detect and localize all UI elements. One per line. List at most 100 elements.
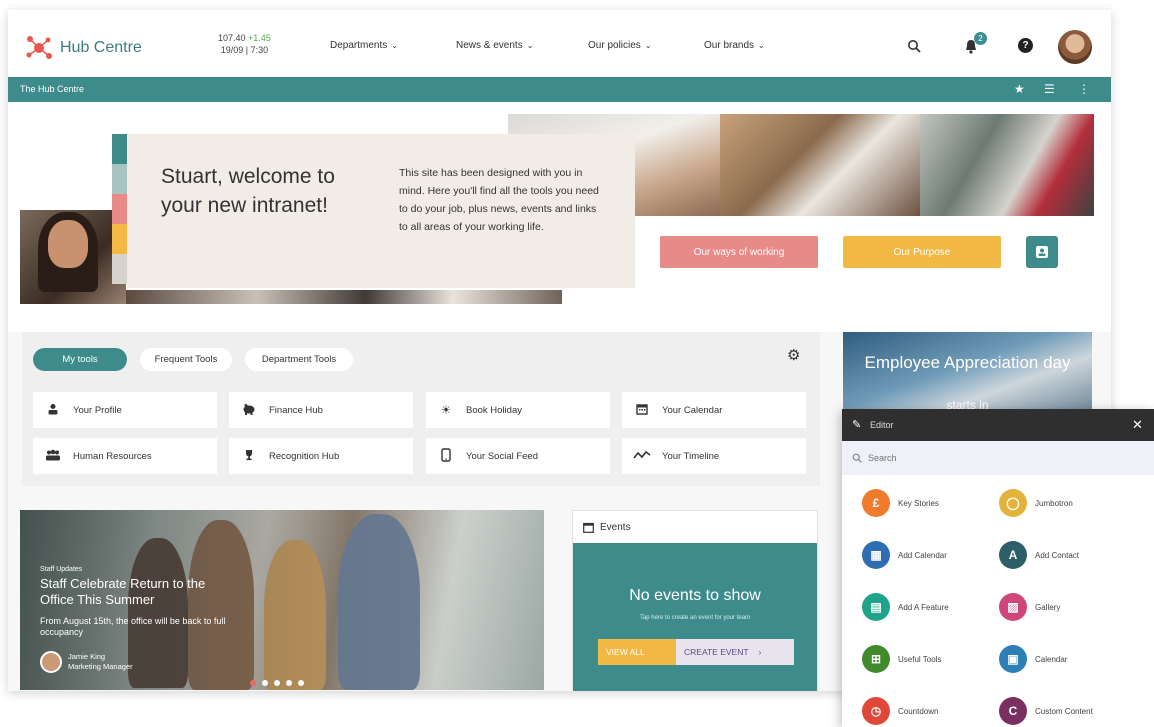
tool-your-timeline[interactable]: Your Timeline [622,438,806,474]
events-header: Events [573,511,817,543]
view-all-button[interactable]: VIEW ALL [598,639,676,665]
list-icon[interactable]: ☰ [1044,82,1055,96]
create-event-label: CREATE EVENT [684,647,749,657]
widget-add-feature[interactable]: ▤ Add A Feature [862,593,949,621]
stripe [112,254,127,284]
custom-content-icon: C [999,697,1027,725]
nav-departments[interactable]: Departments ⌄ [330,40,398,51]
tool-your-social-feed[interactable]: Your Social Feed [426,438,610,474]
widget-jumbotron[interactable]: ◯ Jumbotron [999,489,1073,517]
tool-label: Human Resources [73,450,152,462]
stripe [112,164,127,194]
news-title[interactable]: Staff Celebrate Return to the Office Thi… [40,576,240,608]
widget-countdown[interactable]: ◷ Countdown [862,697,938,725]
tool-your-profile[interactable]: Your Profile [33,392,217,428]
close-icon[interactable]: ✕ [1132,417,1143,433]
notification-bell-icon[interactable]: 2 [963,32,987,54]
carousel-dot[interactable] [250,680,256,686]
create-event-button[interactable]: CREATE EVENT › [676,639,794,665]
nav-news-events[interactable]: News & events ⌄ [456,40,533,51]
carousel-dot[interactable] [286,680,292,686]
chevron-down-icon: ⌄ [391,41,398,50]
nav-brands[interactable]: Our brands ⌄ [704,40,765,51]
widget-label: Gallery [1035,602,1061,612]
clock-icon: ◷ [862,697,890,725]
user-avatar[interactable] [1058,30,1092,64]
view-all-label: VIEW ALL [606,647,645,657]
nav-label: Departments [330,40,388,51]
welcome-title: Stuart, welcome to your new intranet! [161,165,335,217]
tool-label: Recognition Hub [269,450,340,462]
stripe [112,194,127,224]
tab-frequent-tools[interactable]: Frequent Tools [140,348,232,371]
ways-of-working-button[interactable]: Our ways of working [660,236,818,268]
carousel-dot[interactable] [262,680,268,686]
pencil-icon: ✎ [852,419,862,431]
smiling-woman-photo [20,210,126,304]
nav-policies[interactable]: Our policies ⌄ [588,40,652,51]
calendar-icon [622,403,662,418]
author-role: Marketing Manager [68,662,133,671]
tool-label: Book Holiday [466,404,522,416]
our-purpose-button[interactable]: Our Purpose [843,236,1001,268]
sun-icon: ☀ [440,403,452,417]
logo-text: Hub Centre [60,39,142,56]
stock-ticker: 107.40 +1.45 19/09 | 7:30 [218,32,271,56]
widget-gallery[interactable]: ▨ Gallery [999,593,1060,621]
grid-icon: ⊞ [862,645,890,673]
carousel-dot[interactable] [298,680,304,686]
face-shape [48,220,88,268]
tool-finance-hub[interactable]: Finance Hub [229,392,413,428]
arrow-right-icon: › [758,647,762,657]
widget-label: Calendar [1035,654,1068,664]
site-title[interactable]: The Hub Centre [20,84,84,94]
phone-icon [426,447,466,465]
appreciation-title: Employee Appreciation day [864,353,1071,372]
tab-department-tools[interactable]: Department Tools [245,348,353,371]
widget-useful-tools[interactable]: ⊞ Useful Tools [862,645,941,673]
logo[interactable]: Hub Centre [24,33,142,63]
star-icon[interactable]: ★ [1014,82,1025,96]
tool-label: Your Profile [73,404,122,416]
piggy-bank-icon [229,403,269,418]
widget-label: Countdown [898,706,939,716]
page: Hub Centre 107.40 +1.45 19/09 | 7:30 Dep… [0,0,1154,727]
carousel-dot[interactable] [274,680,280,686]
tool-human-resources[interactable]: Human Resources [33,438,217,474]
news-carousel[interactable]: Staff Updates Staff Celebrate Return to … [20,510,544,690]
gear-icon[interactable]: ⚙ [787,346,800,364]
more-vertical-icon[interactable]: ⋮ [1078,82,1090,96]
widget-key-stories[interactable]: £ Key Stories [862,489,939,517]
site-bar: The Hub Centre ★ ☰ ⋮ [8,77,1111,102]
hero-section: Stuart, welcome to your new intranet! Th… [8,102,1111,332]
tool-book-holiday[interactable]: ☀ Book Holiday [426,392,610,428]
author-avatar [40,651,62,673]
tool-your-calendar[interactable]: Your Calendar [622,392,806,428]
stock-change: +1.45 [248,33,271,43]
notification-badge: 2 [974,32,987,45]
editor-search-input[interactable] [868,453,1068,463]
author-name: Jamie King [68,652,106,661]
tool-label: Your Timeline [662,450,720,462]
widget-label: Add Contact [1035,550,1080,560]
widget-calendar[interactable]: ▣ Calendar [999,645,1067,673]
tab-my-tools[interactable]: My tools [33,348,127,371]
editor-search-bar [842,441,1154,475]
widget-add-contact[interactable]: A Add Contact [999,541,1079,569]
events-title: Events [600,521,631,533]
widget-custom-content[interactable]: C Custom Content [999,697,1093,725]
image-icon: ▨ [999,593,1027,621]
tool-recognition-hub[interactable]: Recognition Hub [229,438,413,474]
editor-panel-title: Editor [870,420,894,430]
contact-card-button[interactable] [1026,236,1058,268]
stripe [112,134,127,164]
widget-add-calendar[interactable]: ▦ Add Calendar [862,541,947,569]
widget-label: Key Stories [898,498,939,508]
stripe [112,224,127,254]
hero-photo-strip [126,290,562,304]
help-icon[interactable]: ? [1018,38,1033,53]
search-icon[interactable] [906,38,922,54]
people-icon [33,449,73,464]
events-widget: Events No events to show Tap here to cre… [572,510,818,691]
news-author: Jamie King Marketing Manager [40,651,133,673]
